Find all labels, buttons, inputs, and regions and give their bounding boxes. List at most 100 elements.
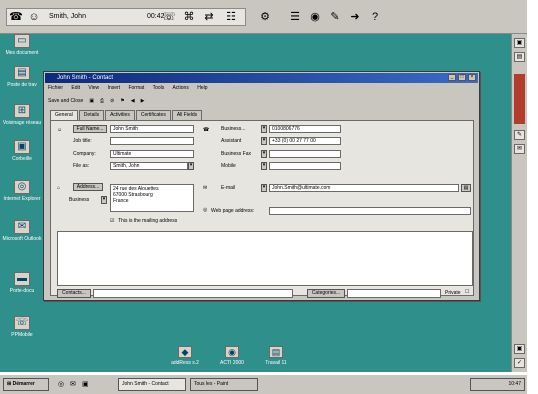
company-field[interactable]: Ultimate xyxy=(110,150,194,158)
job-title-field[interactable] xyxy=(110,137,194,145)
mobile-field[interactable] xyxy=(269,162,341,170)
business-phone-dropdown[interactable]: ▾ xyxy=(261,125,267,133)
contacts-button[interactable]: Contacts... xyxy=(57,289,91,298)
close-button[interactable]: × xyxy=(468,74,476,81)
mail-icon: ✉ xyxy=(14,220,30,234)
conference-icon[interactable]: ☷ xyxy=(224,10,238,24)
web-page-field[interactable] xyxy=(269,207,471,215)
help-icon[interactable]: ? xyxy=(368,10,382,24)
email-field[interactable]: John.Smith@ultimate.com xyxy=(269,184,459,192)
start-button[interactable]: ⊞ Démarrer xyxy=(3,378,49,391)
window-toolbar: Save and Close ▣ ⎙ ⊘ ⚑ ◀ ▶ xyxy=(48,95,144,107)
globe-icon: ◎ xyxy=(203,207,208,213)
taskbar: ⊞ Démarrer ◎ ✉ ▣ John Smith - Contact To… xyxy=(0,374,527,394)
task-paint[interactable]: Tous les - Paint xyxy=(190,378,258,391)
mobile-dropdown[interactable]: ▾ xyxy=(261,162,267,170)
menu-item[interactable]: Actions xyxy=(172,85,188,91)
assistant-field[interactable]: +33 (0) 00 27 77 00 xyxy=(269,137,341,145)
quicklaunch-icon[interactable]: ◎ xyxy=(58,380,64,388)
contact-icon[interactable]: ☺ xyxy=(27,10,41,24)
side-button[interactable]: ✓ xyxy=(514,358,525,368)
full-name-field[interactable]: John Smith xyxy=(110,125,194,133)
business-phone-field[interactable]: 0100806776 xyxy=(269,125,341,133)
attach-icon[interactable]: ⊘ xyxy=(110,98,114,104)
address-button[interactable]: Address... xyxy=(73,183,103,191)
contacts-field[interactable] xyxy=(93,289,293,298)
categories-field[interactable] xyxy=(347,289,441,298)
side-button[interactable]: ▣ xyxy=(514,38,525,48)
address-type-dropdown[interactable]: ▾ xyxy=(101,196,107,204)
job-title-label: Job title: xyxy=(73,138,92,144)
maximize-button[interactable]: □ xyxy=(458,74,466,81)
app-icon: ◉ xyxy=(225,346,239,358)
company-label: Company: xyxy=(73,151,96,157)
desktop-icon[interactable]: ◎ Internet Explorer xyxy=(2,180,42,202)
system-tray: 10:47 xyxy=(470,378,525,391)
desktop-icon[interactable]: ◆ addRess s.2 xyxy=(165,346,205,366)
settings-icon[interactable]: ⚙ xyxy=(258,10,272,24)
file-as-field[interactable]: Smith, John xyxy=(110,162,188,170)
desktop-icon[interactable]: ▤ Poste de trav xyxy=(2,66,42,88)
save-close-button[interactable]: Save and Close xyxy=(48,98,83,104)
tab-activities[interactable]: Activities xyxy=(105,110,135,120)
categories-button[interactable]: Categories... xyxy=(307,289,345,298)
print-icon[interactable]: ⎙ xyxy=(100,98,104,104)
side-banner xyxy=(514,74,525,124)
desktop-icon[interactable]: ▣ Corbeille xyxy=(2,140,42,162)
full-name-button[interactable]: Full Name... xyxy=(73,125,107,133)
desktop-icon[interactable]: ▤ Travail 11 xyxy=(256,346,296,366)
address-icon: ⌂ xyxy=(57,185,61,191)
menu-item[interactable]: Fichier xyxy=(48,85,63,91)
tab-certificates[interactable]: Certificates xyxy=(135,110,171,120)
desktop-icon[interactable]: ▬ Porte-docu xyxy=(2,272,42,294)
task-contact[interactable]: John Smith - Contact xyxy=(118,378,186,391)
desktop-icon[interactable]: ✉ Microsoft Outlook xyxy=(2,220,42,242)
address-book-button[interactable]: ▤ xyxy=(461,184,471,192)
private-checkbox[interactable]: ☐ xyxy=(465,289,469,295)
menu-item[interactable]: Insert xyxy=(108,85,121,91)
file-as-dropdown[interactable]: ▾ xyxy=(188,162,194,170)
notes-icon[interactable]: ✎ xyxy=(328,10,342,24)
desktop-icon[interactable]: ⊞ Voisinage réseau xyxy=(2,104,42,126)
transfer-icon[interactable]: ⇄ xyxy=(202,10,216,24)
desktop-icon[interactable]: ◉ ACTI 2000 xyxy=(212,346,252,366)
record-icon[interactable]: ◉ xyxy=(308,10,322,24)
mailing-checkbox[interactable]: ☑ xyxy=(110,218,114,224)
next-icon[interactable]: ▶ xyxy=(141,98,145,104)
business-fax-dropdown[interactable]: ▾ xyxy=(261,150,267,158)
minimize-button[interactable]: _ xyxy=(448,74,456,81)
phone-icon: ☏ xyxy=(14,316,30,330)
tab-details[interactable]: Details xyxy=(78,110,105,120)
quicklaunch-icon[interactable]: ✉ xyxy=(70,380,76,388)
desktop-icon[interactable]: ☏ PPMobile xyxy=(2,316,42,338)
hold-icon[interactable]: ⌘ xyxy=(182,10,196,24)
side-button[interactable]: ✉ xyxy=(514,144,525,154)
menu-item[interactable]: Tools xyxy=(153,85,165,91)
tab-general[interactable]: General xyxy=(50,110,78,120)
phone-icon[interactable]: ☎ xyxy=(9,10,23,24)
business-phone-label: Business... xyxy=(221,126,246,132)
quicklaunch-icon[interactable]: ▣ xyxy=(82,380,89,388)
save-icon[interactable]: ▣ xyxy=(89,98,94,104)
previous-icon[interactable]: ◀ xyxy=(131,98,135,104)
address-field[interactable]: 24 rue des Alouettes 67000 Strasbourg Fr… xyxy=(110,184,194,212)
menu-item[interactable]: Help xyxy=(197,85,207,91)
person-icon: ☺ xyxy=(57,127,63,133)
menu-item[interactable]: View xyxy=(88,85,99,91)
side-button[interactable]: ✎ xyxy=(514,130,525,140)
menu-item[interactable]: Edit xyxy=(71,85,80,91)
email-dropdown[interactable]: ▾ xyxy=(261,184,267,192)
forward-icon[interactable]: ➜ xyxy=(348,10,362,24)
menu-item[interactable]: Format xyxy=(128,85,144,91)
desktop-icon[interactable]: ▭ Mes document xyxy=(2,34,42,56)
assistant-dropdown[interactable]: ▾ xyxy=(261,137,267,145)
directory-icon[interactable]: ☰ xyxy=(288,10,302,24)
hangup-icon[interactable]: ☏ xyxy=(162,10,176,24)
side-button[interactable]: ▣ xyxy=(514,344,525,354)
notes-area[interactable] xyxy=(57,231,473,286)
flag-icon[interactable]: ⚑ xyxy=(120,98,124,104)
tab-all-fields[interactable]: All Fields xyxy=(171,110,203,120)
business-fax-field[interactable] xyxy=(269,150,341,158)
side-button[interactable]: ▤ xyxy=(514,52,525,62)
windows-icon: ⊞ xyxy=(7,381,12,387)
